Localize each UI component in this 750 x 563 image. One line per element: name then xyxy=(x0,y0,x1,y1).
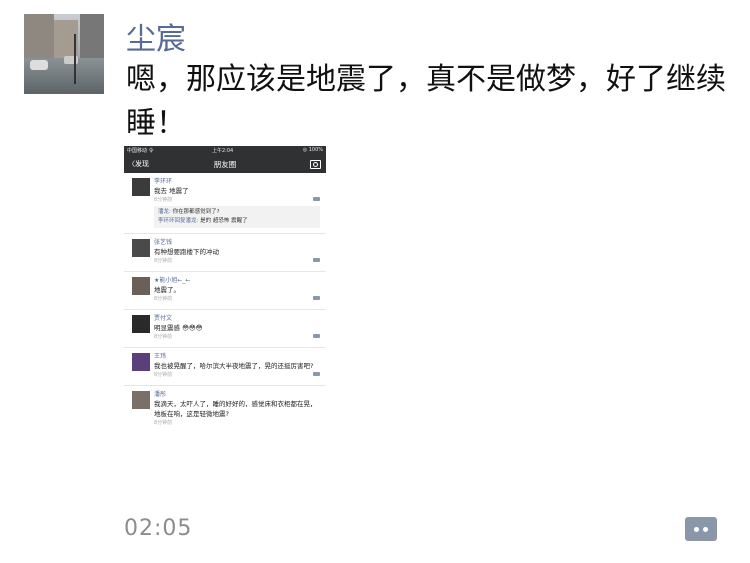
moment-post: ★能小旭←_← 地震了。 8分钟前 xyxy=(124,272,326,310)
post-avatar[interactable] xyxy=(132,178,150,196)
avatar-pole xyxy=(74,34,76,84)
post-avatar[interactable] xyxy=(132,353,150,371)
reply-item: 李环环回复潘龙: 是的 超恐怖 震醒了 xyxy=(158,217,316,226)
post-time: 8分钟前 xyxy=(154,372,173,378)
reply-text: 是的 超恐怖 震醒了 xyxy=(200,218,248,224)
post-time: 8分钟前 xyxy=(154,420,173,426)
moment-post: 李环环 我去 地震了 8分钟前 潘龙: 你在那都感觉到了? 李环环回复潘龙: 是… xyxy=(124,173,326,234)
battery-label: ◎ 100% xyxy=(302,147,323,153)
post-text: 地震了。 xyxy=(154,286,180,294)
avatar-car xyxy=(30,60,48,70)
post-text: 我滴天，太吓人了，睡的好好的，感觉床和衣柜都在晃，地板在响，这是轻微地震? xyxy=(154,400,317,418)
post-text: 我也被晃醒了，哈尔滨大半夜地震了，晃的还挺厉害吧? xyxy=(154,362,314,370)
message-text: 嗯，那应该是地震了，真不是做梦，好了继续睡！ xyxy=(126,62,726,141)
sender-name[interactable]: 尘宸 xyxy=(126,14,186,58)
avatar-building xyxy=(24,14,54,58)
sender-avatar[interactable] xyxy=(24,14,104,94)
moment-post: 潘彤 我滴天，太吓人了，睡的好好的，感觉床和衣柜都在晃，地板在响，这是轻微地震?… xyxy=(124,386,326,430)
post-author[interactable]: 李环环 xyxy=(154,177,320,186)
embedded-screenshot[interactable]: 中国移动 令 上午2:04 ◎ 100% 〈发现 朋友圈 李环环 我去 地震了 … xyxy=(124,146,326,510)
camera-icon[interactable] xyxy=(310,160,321,169)
post-author[interactable]: 王玮 xyxy=(154,352,320,361)
post-avatar[interactable] xyxy=(132,239,150,257)
comment-icon[interactable] xyxy=(313,258,320,262)
post-author[interactable]: ★能小旭←_← xyxy=(154,276,320,285)
reply-author[interactable]: 潘龙: xyxy=(158,209,171,215)
moment-post: 王玮 我也被晃醒了，哈尔滨大半夜地震了，晃的还挺厉害吧? 8分钟前 xyxy=(124,348,326,386)
avatar-building xyxy=(80,14,104,60)
post-time: 8分钟前 xyxy=(154,197,173,203)
phone-nav-bar: 〈发现 朋友圈 xyxy=(124,155,326,173)
post-time: 8分钟前 xyxy=(154,296,173,302)
comment-button[interactable] xyxy=(685,517,717,541)
post-author[interactable]: 贾付文 xyxy=(154,314,320,323)
post-text: 明显震感 😳😳😳 xyxy=(154,324,203,332)
post-avatar[interactable] xyxy=(132,277,150,295)
moment-post: 张艺钱 有种想要跑楼下的冲动 8分钟前 xyxy=(124,234,326,272)
phone-status-bar: 中国移动 令 上午2:04 ◎ 100% xyxy=(124,146,326,155)
comment-dot xyxy=(694,527,699,532)
comment-icon[interactable] xyxy=(313,372,320,376)
post-avatar[interactable] xyxy=(132,315,150,333)
carrier-label: 中国移动 令 xyxy=(127,148,154,154)
reply-box: 潘龙: 你在那都感觉到了? 李环环回复潘龙: 是的 超恐怖 震醒了 xyxy=(154,206,320,228)
reply-item: 潘龙: 你在那都感觉到了? xyxy=(158,208,316,217)
clock-label: 上午2:04 xyxy=(212,148,234,154)
reply-author[interactable]: 李环环回复潘龙: xyxy=(158,218,198,224)
reply-text: 你在那都感觉到了? xyxy=(172,209,220,215)
comment-dot xyxy=(703,527,708,532)
post-author[interactable]: 张艺钱 xyxy=(154,238,320,247)
post-time: 8分钟前 xyxy=(154,334,173,340)
comment-icon[interactable] xyxy=(313,197,320,201)
post-author[interactable]: 潘彤 xyxy=(154,390,320,399)
comment-icon[interactable] xyxy=(313,334,320,338)
post-text: 我去 地震了 xyxy=(154,187,189,195)
post-time: 8分钟前 xyxy=(154,258,173,264)
post-text: 有种想要跑楼下的冲动 xyxy=(154,248,219,256)
comment-icon[interactable] xyxy=(313,296,320,300)
moment-post: 贾付文 明显震感 😳😳😳 8分钟前 xyxy=(124,310,326,348)
post-avatar[interactable] xyxy=(132,391,150,409)
post-timestamp: 02:05 xyxy=(124,516,193,541)
nav-title: 朋友圈 xyxy=(213,160,237,169)
